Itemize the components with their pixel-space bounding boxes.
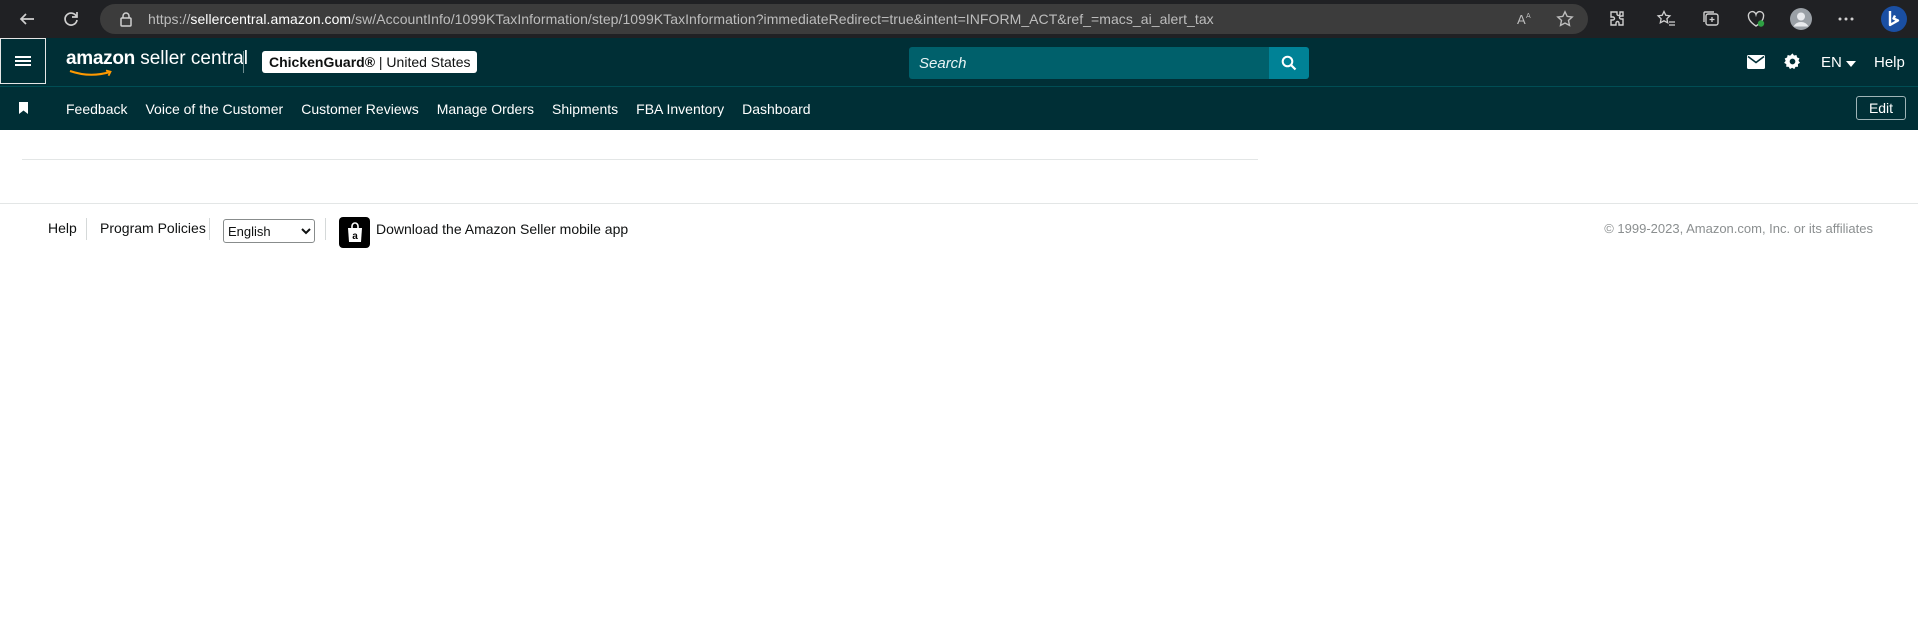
search-button[interactable] [1269, 47, 1309, 79]
bookmark-feedback[interactable]: Feedback [66, 101, 127, 117]
language-selector[interactable]: EN [1821, 54, 1857, 71]
amazon-seller-app-icon[interactable]: a [339, 217, 370, 248]
bookmarks-bar: Feedback Voice of the Customer Customer … [0, 87, 1918, 130]
footer-separator [86, 218, 87, 240]
bookmark-manage-orders[interactable]: Manage Orders [437, 101, 534, 117]
footer-help-link[interactable]: Help [48, 220, 77, 236]
read-aloud-icon[interactable]: AA [1516, 10, 1534, 28]
logo-divider [243, 51, 244, 73]
collections-icon[interactable] [1701, 9, 1721, 29]
edit-bookmarks-button[interactable]: Edit [1856, 96, 1906, 120]
svg-text:A: A [1517, 12, 1526, 27]
extensions-icon[interactable] [1607, 9, 1627, 29]
header-help-link[interactable]: Help [1874, 54, 1905, 71]
browser-toolbar: https://sellercentral.amazon.com/sw/Acco… [0, 0, 1918, 38]
footer-separator [325, 218, 326, 240]
footer-language-select[interactable]: English [223, 219, 315, 243]
lock-icon [120, 12, 132, 27]
bookmark-icon[interactable] [19, 102, 28, 114]
account-switcher[interactable]: ChickenGuard® | United States [262, 51, 478, 73]
amazon-seller-central-logo[interactable]: amazon seller central [66, 48, 248, 77]
bookmark-links: Feedback Voice of the Customer Customer … [66, 101, 829, 117]
back-button[interactable] [14, 6, 40, 32]
profile-avatar-icon[interactable] [1789, 7, 1813, 31]
search-icon [1281, 55, 1297, 71]
footer-program-policies-link[interactable]: Program Policies [100, 220, 206, 236]
more-options-icon[interactable] [1836, 9, 1856, 29]
favorites-icon[interactable] [1656, 9, 1676, 29]
download-seller-app-link[interactable]: Download the Amazon Seller mobile app [376, 221, 628, 237]
refresh-button[interactable] [58, 6, 84, 32]
bookmark-dashboard[interactable]: Dashboard [742, 101, 811, 117]
search-input[interactable] [909, 47, 1269, 79]
favorite-star-icon[interactable] [1556, 10, 1574, 28]
bookmark-shipments[interactable]: Shipments [552, 101, 618, 117]
search-box [909, 47, 1309, 79]
page-footer: Help Program Policies English a Download… [0, 204, 1918, 254]
chevron-down-icon [1846, 61, 1857, 67]
svg-text:A: A [1526, 13, 1531, 20]
seller-central-header: amazon seller central ChickenGuard® | Un… [0, 38, 1918, 87]
bookmark-customer-reviews[interactable]: Customer Reviews [301, 101, 418, 117]
url-text: https://sellercentral.amazon.com/sw/Acco… [148, 11, 1214, 27]
browser-essentials-icon[interactable] [1746, 9, 1766, 29]
settings-gear-icon[interactable] [1783, 52, 1802, 71]
bing-copilot-icon[interactable] [1880, 5, 1908, 33]
copyright-text: © 1999-2023, Amazon.com, Inc. or its aff… [1604, 221, 1873, 236]
address-bar[interactable]: https://sellercentral.amazon.com/sw/Acco… [100, 4, 1588, 34]
amazon-smile-icon [69, 69, 112, 77]
bookmark-fba-inventory[interactable]: FBA Inventory [636, 101, 724, 117]
hamburger-menu-icon [15, 54, 31, 68]
content-divider [22, 159, 1258, 160]
footer-separator [209, 218, 210, 240]
back-arrow-icon [19, 13, 34, 25]
bookmark-voice-of-the-customer[interactable]: Voice of the Customer [145, 101, 283, 117]
menu-button[interactable] [0, 38, 46, 84]
svg-text:a: a [352, 231, 358, 242]
refresh-icon [64, 12, 78, 26]
messages-mail-icon[interactable] [1747, 55, 1765, 69]
